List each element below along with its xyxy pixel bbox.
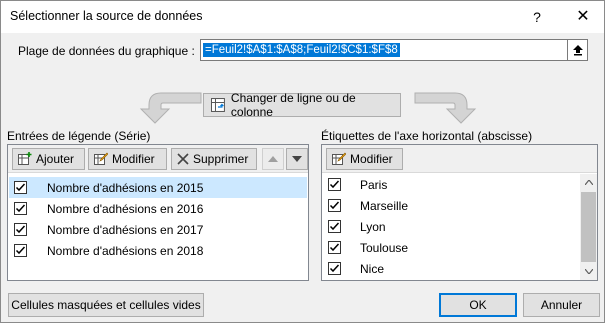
- checkmark-icon: [329, 201, 340, 210]
- axis-labels-label: Étiquettes de l'axe horizontal (abscisse…: [321, 129, 533, 143]
- legend-series-row[interactable]: Nombre d'adhésions en 2015: [9, 177, 307, 198]
- series-name: Nombre d'adhésions en 2018: [47, 243, 204, 258]
- legend-series-row[interactable]: Nombre d'adhésions en 2016: [9, 198, 307, 219]
- chart-data-range-label: Plage de données du graphique :: [18, 44, 195, 58]
- select-data-source-dialog: Sélectionner la source de données ? ✕ Pl…: [0, 0, 605, 323]
- checkmark-icon: [329, 180, 340, 189]
- axis-labels-scrollbar[interactable]: [580, 174, 597, 280]
- checkmark-icon: [329, 264, 340, 273]
- series-checkbox[interactable]: [14, 244, 27, 257]
- legend-series-row[interactable]: Nombre d'adhésions en 2017: [9, 219, 307, 240]
- axis-label-checkbox[interactable]: [328, 199, 341, 212]
- edit-series-label: Modifier: [112, 152, 155, 166]
- move-down-icon: [292, 156, 302, 162]
- chevron-up-icon: [584, 180, 593, 185]
- remove-x-icon: [177, 153, 189, 165]
- help-button[interactable]: ?: [527, 7, 547, 27]
- axis-label-row[interactable]: Marseille: [323, 195, 581, 216]
- edit-series-button[interactable]: Modifier: [88, 148, 167, 170]
- add-series-label: Ajouter: [36, 152, 75, 166]
- move-up-button[interactable]: [262, 148, 284, 170]
- cancel-button[interactable]: Annuler: [523, 293, 600, 317]
- checkmark-icon: [329, 243, 340, 252]
- left-curved-arrow-icon: [139, 92, 202, 124]
- series-checkbox[interactable]: [14, 202, 27, 215]
- axis-label-row[interactable]: Paris: [323, 174, 581, 195]
- chart-data-range-value: =Feuil2!$A$1:$A$8;Feuil2!$C$1:$F$8: [203, 43, 400, 57]
- axis-label-checkbox[interactable]: [328, 262, 341, 275]
- switch-row-column-icon: [210, 98, 225, 112]
- edit-grid-icon: [332, 152, 346, 165]
- legend-entries-panel: Ajouter Modifier Supprimer Nombre d'adhé…: [7, 144, 309, 281]
- remove-series-button[interactable]: Supprimer: [171, 148, 257, 170]
- series-checkbox[interactable]: [14, 223, 27, 236]
- switch-row-column-button[interactable]: Changer de ligne ou de colonne: [203, 91, 401, 119]
- axis-label-checkbox[interactable]: [328, 220, 341, 233]
- series-name: Nombre d'adhésions en 2015: [47, 180, 204, 195]
- series-name: Nombre d'adhésions en 2016: [47, 201, 204, 216]
- scroll-thumb[interactable]: [581, 192, 596, 262]
- axis-label-text: Nice: [360, 261, 385, 276]
- hidden-empty-cells-label: Cellules masquées et cellules vides: [11, 298, 201, 312]
- legend-toolbar: Ajouter Modifier Supprimer: [8, 145, 308, 173]
- cancel-label: Annuler: [540, 298, 583, 312]
- edit-grid-icon: [94, 152, 108, 165]
- edit-axis-labels-label: Modifier: [350, 152, 393, 166]
- ok-button[interactable]: OK: [439, 293, 517, 317]
- series-checkbox[interactable]: [14, 181, 27, 194]
- checkmark-icon: [15, 246, 26, 255]
- axis-label-row[interactable]: Nice: [323, 258, 581, 279]
- axis-label-text: Toulouse: [360, 240, 409, 255]
- axis-label-text: Marseille: [360, 198, 409, 213]
- right-curved-arrow-icon: [414, 92, 477, 124]
- collapse-arrow-icon: [572, 45, 583, 56]
- hidden-empty-cells-button[interactable]: Cellules masquées et cellules vides: [8, 293, 204, 317]
- axis-label-text: Lyon: [360, 219, 386, 234]
- scroll-up-arrow[interactable]: [580, 174, 597, 191]
- series-name: Nombre d'adhésions en 2017: [47, 222, 204, 237]
- collapse-dialog-button[interactable]: [568, 39, 588, 61]
- legend-entries-label: Entrées de légende (Série): [7, 129, 151, 143]
- remove-series-label: Supprimer: [193, 152, 249, 166]
- edit-axis-labels-button[interactable]: Modifier: [326, 148, 403, 170]
- move-down-button[interactable]: [286, 148, 308, 170]
- title-bar: Sélectionner la source de données ? ✕: [1, 1, 604, 33]
- legend-series-row[interactable]: Nombre d'adhésions en 2018: [9, 240, 307, 261]
- axis-label-text: Paris: [360, 177, 388, 192]
- checkmark-icon: [15, 204, 26, 213]
- checkmark-icon: [15, 183, 26, 192]
- ok-label: OK: [469, 298, 487, 312]
- axis-label-row[interactable]: Lyon: [323, 216, 581, 237]
- axis-labels-panel: Modifier Paris Marseille Lyon Toulouse N…: [321, 144, 598, 281]
- checkmark-icon: [15, 225, 26, 234]
- switch-row-column-label: Changer de ligne ou de colonne: [230, 91, 356, 119]
- chart-data-range-input[interactable]: =Feuil2!$A$1:$A$8;Feuil2!$C$1:$F$8: [200, 39, 568, 61]
- add-series-button[interactable]: Ajouter: [12, 148, 85, 170]
- axis-label-checkbox[interactable]: [328, 178, 341, 191]
- add-grid-icon: [18, 152, 32, 165]
- close-button[interactable]: ✕: [561, 2, 605, 32]
- dialog-title: Sélectionner la source de données: [10, 9, 203, 23]
- axis-toolbar: Modifier: [322, 145, 597, 173]
- checkmark-icon: [329, 222, 340, 231]
- axis-label-row[interactable]: Toulouse: [323, 237, 581, 258]
- chevron-down-icon: [584, 269, 593, 274]
- axis-label-checkbox[interactable]: [328, 241, 341, 254]
- move-up-icon: [268, 156, 278, 162]
- scroll-down-arrow[interactable]: [580, 263, 597, 280]
